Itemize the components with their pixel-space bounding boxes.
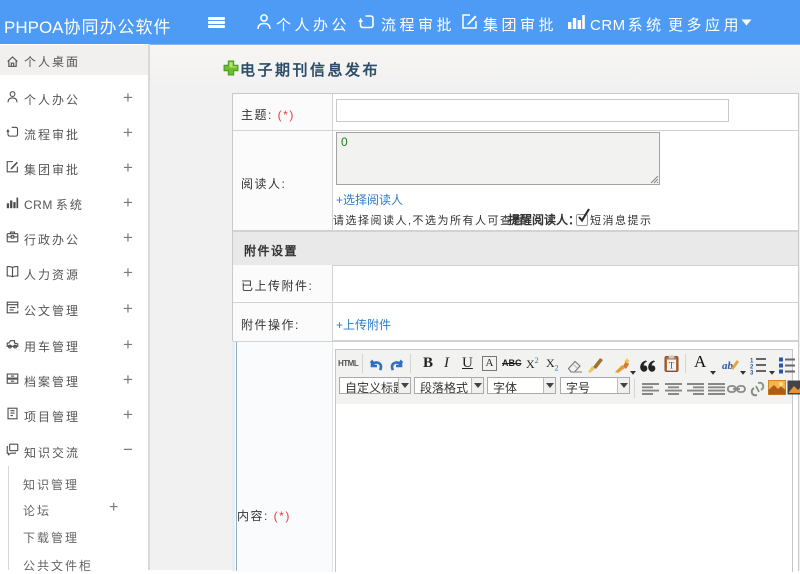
svg-text:3: 3 xyxy=(750,371,754,376)
svg-text:T: T xyxy=(669,361,675,371)
svg-text:ab: ab xyxy=(722,360,734,372)
